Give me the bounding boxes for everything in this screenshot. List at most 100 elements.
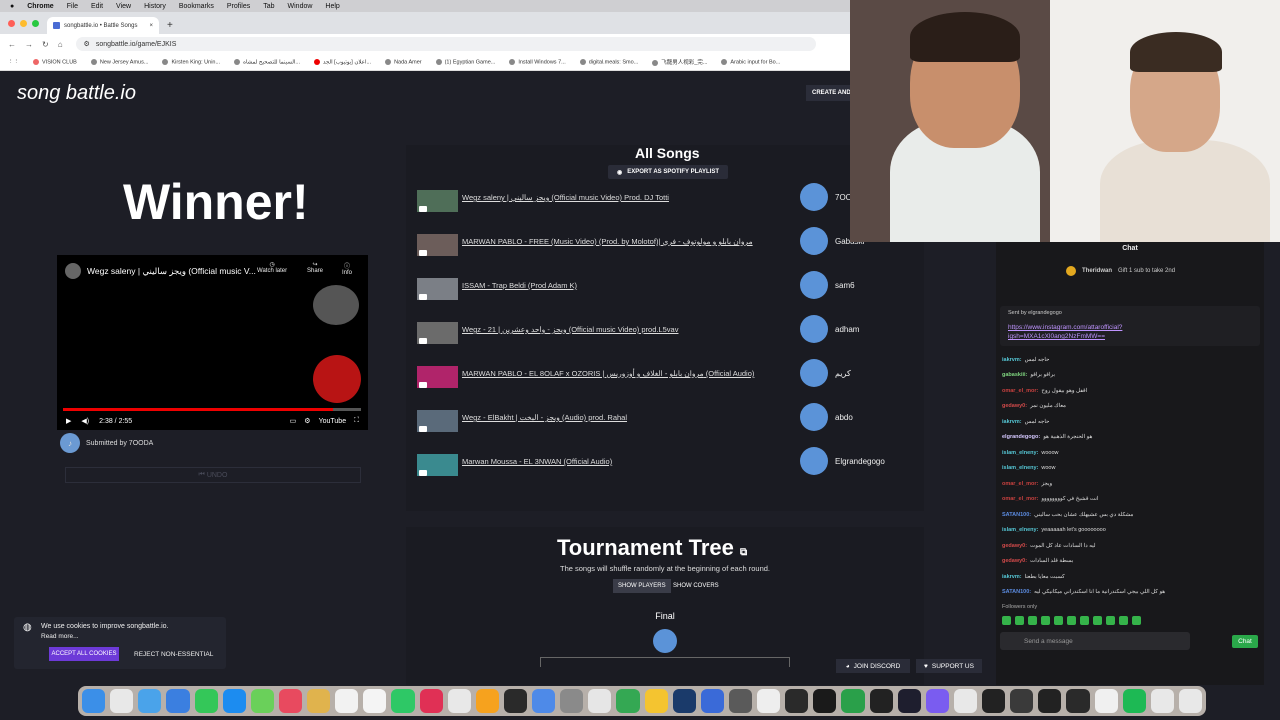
tab-close-icon[interactable]: × — [149, 23, 153, 29]
song-row[interactable]: ISSAM - Trap Beldi (Prod Adam K) sam6 — [417, 271, 917, 321]
chat-username[interactable]: iakrvm: — [1002, 419, 1022, 425]
song-thumbnail[interactable] — [417, 190, 458, 212]
dock-app-icon[interactable] — [391, 689, 415, 713]
dock-app-icon[interactable] — [1094, 689, 1118, 713]
chat-username[interactable]: iakrvm: — [1002, 357, 1022, 363]
song-row[interactable]: Wegz - ElBakht | ويجز - البخت (Audio) pr… — [417, 403, 917, 453]
dock-app-icon[interactable] — [982, 689, 1006, 713]
dock-app-icon[interactable] — [728, 689, 752, 713]
bookmark[interactable]: Install Windows 7... — [509, 58, 566, 65]
zoom-window-icon[interactable] — [32, 20, 39, 27]
dock-app-icon[interactable] — [700, 689, 724, 713]
channel-avatar[interactable] — [65, 263, 81, 279]
dock-app-icon[interactable] — [897, 689, 921, 713]
bookmark[interactable]: digital.meals: Smo... — [579, 58, 638, 65]
menu-file[interactable]: File — [67, 3, 78, 10]
menu-edit[interactable]: Edit — [91, 3, 103, 10]
song-title-link[interactable]: MARWAN PABLO - FREE (Music Video) (Prod.… — [462, 237, 753, 246]
gift-banner[interactable]: Theridwan Gift 1 sub to take 2nd — [1066, 266, 1175, 276]
chat-username[interactable]: gedawy0: — [1002, 543, 1027, 549]
site-logo[interactable]: song battle.io — [17, 83, 136, 103]
song-thumbnail[interactable] — [417, 454, 458, 476]
url-field[interactable]: ⚙ songbattle.io/game/EJKIS — [75, 37, 816, 51]
youtube-logo[interactable]: YouTube — [319, 418, 347, 425]
chat-username[interactable]: islam_elneny: — [1002, 450, 1038, 456]
emote-icon[interactable] — [1015, 616, 1024, 625]
apple-icon[interactable]: ● — [10, 3, 14, 10]
bookmark[interactable]: Nada Amer — [385, 58, 422, 65]
chat-username[interactable]: elgrandegogo: — [1002, 434, 1040, 440]
chat-username[interactable]: SATAN100: — [1002, 512, 1031, 518]
bookmark[interactable]: (1) Egyptian Game... — [435, 58, 495, 65]
menu-window[interactable]: Window — [288, 3, 313, 10]
video-progress[interactable] — [63, 408, 361, 411]
show-covers-button[interactable]: SHOW COVERS — [668, 579, 724, 593]
dock-app-icon[interactable] — [419, 689, 443, 713]
cookie-read-more-link[interactable]: Read more... — [41, 633, 79, 640]
song-thumbnail[interactable] — [417, 278, 458, 300]
dock-app-icon[interactable] — [616, 689, 640, 713]
dock-app-icon[interactable] — [1150, 689, 1174, 713]
video-player[interactable]: Wegz saleny | ويجز ساليني (Official musi… — [57, 255, 368, 430]
song-row[interactable]: MARWAN PABLO - FREE (Music Video) (Prod.… — [417, 227, 917, 277]
song-title-link[interactable]: ISSAM - Trap Beldi (Prod Adam K) — [462, 281, 577, 290]
emote-icon[interactable] — [1067, 616, 1076, 625]
new-tab-button[interactable]: + — [159, 20, 181, 34]
dock-app-icon[interactable] — [953, 689, 977, 713]
dock-app-icon[interactable] — [588, 689, 612, 713]
dock-app-icon[interactable] — [138, 689, 162, 713]
dock-app-icon[interactable] — [1066, 689, 1090, 713]
song-title-link[interactable]: Wegz - 21 | ويجز - واحد وعشرين (Official… — [462, 325, 678, 334]
chat-username[interactable]: omar_el_mor: — [1002, 388, 1038, 394]
menu-help[interactable]: Help — [325, 3, 339, 10]
dock-app-icon[interactable] — [194, 689, 218, 713]
apps-grid-icon[interactable]: ⋮⋮ — [8, 59, 19, 65]
dock-app-icon[interactable] — [82, 689, 106, 713]
reload-icon[interactable]: ↻ — [42, 40, 49, 49]
dock-app-icon[interactable] — [644, 689, 668, 713]
external-link-icon[interactable]: ⧉ — [740, 547, 747, 558]
dock-app-icon[interactable] — [1038, 689, 1062, 713]
dock-app-icon[interactable] — [841, 689, 865, 713]
bookmark[interactable]: VISION CLUB — [33, 58, 77, 65]
show-players-button[interactable]: SHOW PLAYERS — [613, 579, 671, 593]
final-avatar[interactable] — [653, 629, 677, 653]
dock-app-icon[interactable] — [869, 689, 893, 713]
dock-app-icon[interactable] — [250, 689, 274, 713]
share-button[interactable]: ↪ Share — [307, 261, 323, 274]
dock-app-icon[interactable] — [1122, 689, 1146, 713]
dock-app-icon[interactable] — [672, 689, 696, 713]
dock-app-icon[interactable] — [278, 689, 302, 713]
accept-cookies-button[interactable]: ACCEPT ALL COOKIES — [49, 647, 119, 661]
dock-app-icon[interactable] — [166, 689, 190, 713]
chat-send-button[interactable]: Chat — [1232, 635, 1258, 648]
dock-app-icon[interactable] — [363, 689, 387, 713]
back-icon[interactable]: ← — [8, 40, 16, 49]
watch-later-button[interactable]: ◷ Watch later — [257, 261, 287, 274]
song-row[interactable]: MARWAN PABLO - EL 8OLAF x OZORIS | مروان… — [417, 359, 917, 409]
menu-view[interactable]: View — [116, 3, 131, 10]
emote-icon[interactable] — [1028, 616, 1037, 625]
minimize-window-icon[interactable] — [20, 20, 27, 27]
video-title[interactable]: Wegz saleny | ويجز ساليني (Official musi… — [87, 266, 256, 277]
pinned-link[interactable]: https://www.instagram.com/attarofficial?… — [1008, 323, 1188, 341]
dock-app-icon[interactable] — [447, 689, 471, 713]
dock-app-icon[interactable] — [925, 689, 949, 713]
subtitles-icon[interactable]: ▭ — [290, 417, 297, 425]
dock-app-icon[interactable] — [503, 689, 527, 713]
bookmark[interactable]: Arabic input for Bo... — [721, 58, 780, 65]
song-thumbnail[interactable] — [417, 234, 458, 256]
emote-icon[interactable] — [1080, 616, 1089, 625]
menu-bookmarks[interactable]: Bookmarks — [179, 3, 214, 10]
emote-icon[interactable] — [1093, 616, 1102, 625]
site-info-icon[interactable]: ⚙ — [84, 40, 90, 48]
join-discord-button[interactable]: ◕ JOIN DISCORD — [836, 659, 910, 673]
create-button[interactable]: CREATE AND — [806, 85, 850, 101]
menu-app[interactable]: Chrome — [27, 3, 53, 10]
song-title-link[interactable]: MARWAN PABLO - EL 8OLAF x OZORIS | مروان… — [462, 369, 754, 378]
close-window-icon[interactable] — [8, 20, 15, 27]
reject-cookies-button[interactable]: REJECT NON-ESSENTIAL — [134, 647, 213, 661]
song-thumbnail[interactable] — [417, 366, 458, 388]
dock-app-icon[interactable] — [475, 689, 499, 713]
chat-username[interactable]: islam_elneny: — [1002, 527, 1038, 533]
